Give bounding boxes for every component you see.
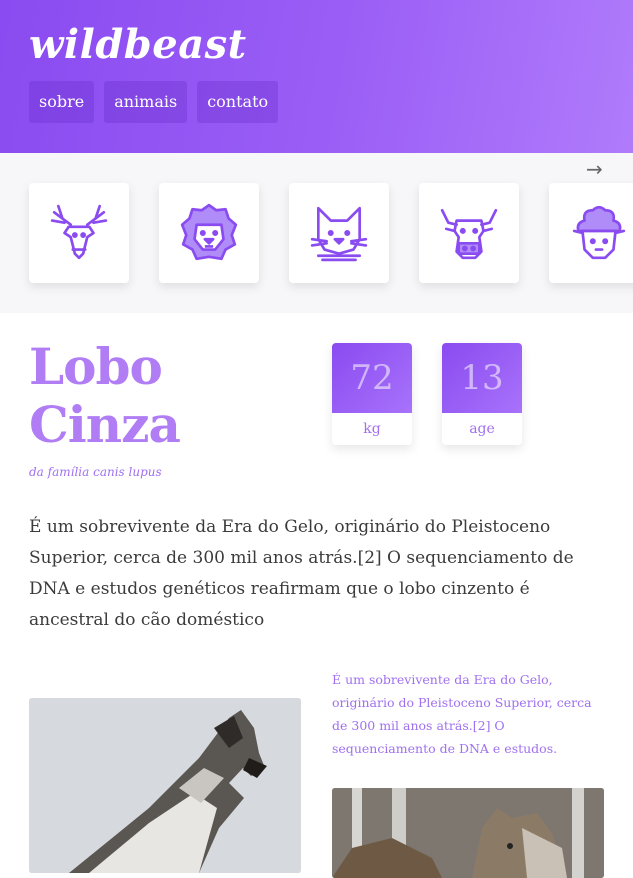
animal-quote: É um sobrevivente da Era do Gelo, origin…	[332, 672, 592, 756]
stat-weight-unit: kg	[363, 421, 381, 437]
main-nav: sobre animais contato	[29, 81, 279, 123]
lion-icon	[180, 203, 238, 261]
animal-card-cat[interactable]	[289, 183, 389, 283]
animal-title-line1: Lobo	[29, 337, 163, 396]
animal-title: Lobo Cinza	[29, 337, 181, 454]
animal-title-line2: Cinza	[29, 395, 181, 454]
site-logo[interactable]: wildbeast	[29, 20, 247, 70]
bull-icon	[440, 208, 498, 260]
stat-age-unit: age	[469, 421, 495, 437]
animal-description: É um sobrevivente da Era do Gelo, origin…	[29, 517, 574, 630]
nav-link-sobre[interactable]: sobre	[29, 81, 95, 123]
stat-age-value: 13	[442, 343, 522, 413]
nav-link-contato[interactable]: contato	[197, 81, 279, 123]
cat-icon	[310, 206, 368, 262]
wolf-howling-illustration	[29, 698, 301, 873]
deer-icon	[50, 204, 108, 260]
carousel-next-arrow[interactable]: →	[586, 157, 603, 181]
wolf-howling-photo	[29, 698, 301, 873]
animal-carousel: →	[0, 153, 633, 313]
nav-link-animais[interactable]: animais	[104, 81, 188, 123]
animal-card-lion[interactable]	[159, 183, 259, 283]
stat-age: 13 age	[442, 343, 522, 445]
animal-card-bull[interactable]	[419, 183, 519, 283]
animal-family: da família canis lupus	[29, 465, 162, 479]
stat-weight-value: 72	[332, 343, 412, 413]
sheep-icon	[572, 205, 626, 260]
animal-card-sheep[interactable]	[549, 183, 633, 283]
stat-weight: 72 kg	[332, 343, 412, 445]
animal-card-deer[interactable]	[29, 183, 129, 283]
site-header: wildbeast sobre animais contato	[0, 0, 633, 153]
